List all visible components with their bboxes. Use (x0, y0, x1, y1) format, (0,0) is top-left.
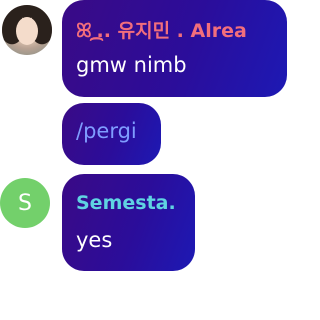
message-text: yes (76, 228, 113, 252)
message-bubble[interactable]: Semesta. yes (62, 174, 195, 271)
sender-avatar-photo[interactable] (2, 5, 52, 55)
sender-avatar-letter[interactable]: S (0, 178, 50, 228)
message-bubble[interactable]: ꕤ ᷼.. 유지민 . Alrea gmw nimb (62, 0, 287, 97)
message-bubble[interactable]: /pergi (62, 103, 161, 165)
message-text: gmw nimb (76, 53, 187, 77)
avatar-initial: S (18, 190, 32, 216)
sender-name[interactable]: ꕤ ᷼.. 유지민 . Alrea (76, 16, 247, 43)
avatar-face (16, 17, 38, 45)
command-text: /pergi (76, 119, 137, 143)
sender-name[interactable]: Semesta. (76, 192, 176, 214)
